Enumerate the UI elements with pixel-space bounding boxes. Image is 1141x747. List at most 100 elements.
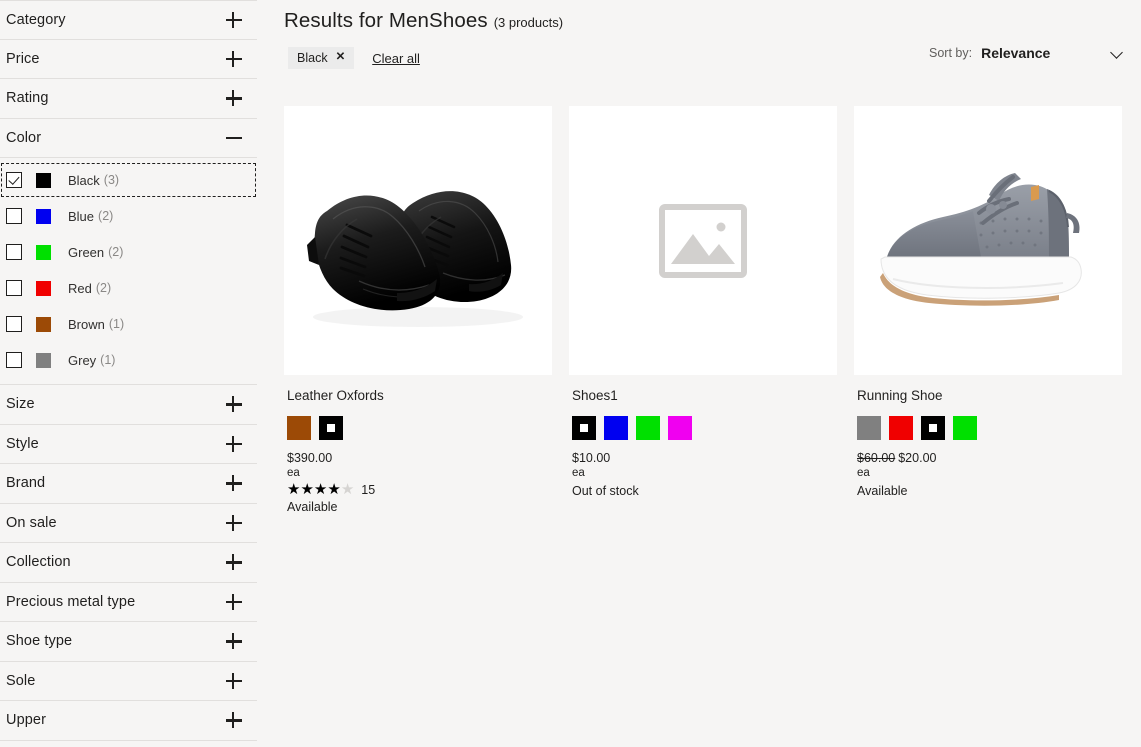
star-filled-icon: ★ — [314, 482, 327, 497]
product-title[interactable]: Leather Oxfords — [287, 388, 549, 403]
product-color-swatch[interactable] — [857, 416, 881, 440]
product-price: $10.00 — [572, 451, 834, 466]
checkbox-unchecked[interactable] — [6, 244, 22, 260]
expand-plus-icon[interactable] — [225, 672, 243, 690]
product-rating-count: 15 — [361, 483, 375, 497]
product-card[interactable]: Running Shoe$60.00$20.00eaAvailable — [854, 106, 1122, 516]
facet-style[interactable]: Style — [0, 425, 257, 465]
product-availability: Available — [287, 499, 549, 515]
facet-label: Upper — [6, 712, 225, 728]
color-option-blue[interactable]: Blue(2) — [0, 198, 257, 234]
expand-plus-icon[interactable] — [225, 11, 243, 29]
facet-label: Rating — [6, 90, 225, 106]
product-color-swatch[interactable] — [889, 416, 913, 440]
expand-plus-icon[interactable] — [225, 474, 243, 492]
results-main: Results for MenShoes (3 products) Black … — [257, 0, 1141, 747]
checkbox-unchecked[interactable] — [6, 208, 22, 224]
facet-size[interactable]: Size — [0, 385, 257, 425]
color-option-brown[interactable]: Brown(1) — [0, 306, 257, 342]
facet-collection[interactable]: Collection — [0, 543, 257, 583]
product-title[interactable]: Running Shoe — [857, 388, 1119, 403]
placeholder-image-icon — [659, 204, 747, 278]
color-swatch-blue — [36, 209, 51, 224]
product-image[interactable] — [854, 106, 1122, 375]
product-color-swatch[interactable] — [287, 416, 311, 440]
product-card[interactable]: Shoes1$10.00eaOut of stock — [569, 106, 837, 516]
color-option-count: (2) — [108, 245, 123, 259]
expand-plus-icon[interactable] — [225, 50, 243, 68]
active-filter-chip-black[interactable]: Black ✕ — [288, 47, 354, 69]
product-image[interactable] — [284, 106, 552, 375]
sort-selected-value: Relevance — [981, 45, 1111, 61]
facet-label: Size — [6, 396, 225, 412]
product-color-swatch[interactable] — [604, 416, 628, 440]
product-price-current: $20.00 — [898, 451, 936, 465]
page-title: Results for MenShoes — [284, 9, 488, 33]
product-price-current: $10.00 — [572, 451, 610, 465]
clear-all-link[interactable]: Clear all — [372, 51, 420, 66]
color-option-black[interactable]: Black(3) — [0, 162, 257, 198]
color-option-count: (1) — [100, 353, 115, 367]
color-option-label: Blue — [68, 209, 94, 224]
product-color-swatch[interactable] — [668, 416, 692, 440]
product-color-swatch[interactable] — [953, 416, 977, 440]
product-color-swatches — [572, 416, 834, 440]
star-filled-icon: ★ — [287, 482, 300, 497]
expand-plus-icon[interactable] — [225, 514, 243, 532]
product-title[interactable]: Shoes1 — [572, 388, 834, 403]
expand-plus-icon[interactable] — [225, 711, 243, 729]
checkbox-unchecked[interactable] — [6, 280, 22, 296]
star-empty-icon: ★ — [341, 482, 354, 497]
results-header: Results for MenShoes (3 products) — [284, 9, 563, 33]
expand-plus-icon[interactable] — [225, 89, 243, 107]
product-card[interactable]: Leather Oxfords$390.00ea★★★★★15Available — [284, 106, 552, 516]
color-option-label: Green — [68, 245, 104, 260]
color-option-grey[interactable]: Grey(1) — [0, 342, 257, 378]
facet-category[interactable]: Category — [0, 0, 257, 40]
color-option-red[interactable]: Red(2) — [0, 270, 257, 306]
sort-control[interactable]: Sort by: Relevance — [929, 45, 1125, 61]
expand-plus-icon[interactable] — [225, 593, 243, 611]
checkbox-unchecked[interactable] — [6, 352, 22, 368]
facet-label: Style — [6, 436, 225, 452]
expand-plus-icon[interactable] — [225, 395, 243, 413]
expand-plus-icon[interactable] — [225, 553, 243, 571]
product-color-swatch[interactable] — [636, 416, 660, 440]
color-option-count: (2) — [96, 281, 111, 295]
facet-upper[interactable]: Upper — [0, 701, 257, 741]
checkbox-unchecked[interactable] — [6, 316, 22, 332]
facet-shoe-type[interactable]: Shoe type — [0, 622, 257, 662]
product-image[interactable] — [569, 106, 837, 375]
facet-label: Collection — [6, 554, 225, 570]
expand-plus-icon[interactable] — [225, 435, 243, 453]
results-count: (3 products) — [494, 15, 563, 30]
chevron-down-icon[interactable] — [1111, 47, 1123, 59]
facet-color[interactable]: Color — [0, 119, 257, 159]
facet-rating[interactable]: Rating — [0, 79, 257, 119]
product-color-swatch[interactable] — [319, 416, 343, 440]
facet-price[interactable]: Price — [0, 40, 257, 80]
checkbox-checked[interactable] — [6, 172, 22, 188]
running-shoe-illustration — [863, 161, 1113, 321]
facet-precious-metal-type[interactable]: Precious metal type — [0, 583, 257, 623]
facet-brand[interactable]: Brand — [0, 464, 257, 504]
facet-sole[interactable]: Sole — [0, 662, 257, 702]
product-color-swatch[interactable] — [572, 416, 596, 440]
product-details: Leather Oxfords$390.00ea★★★★★15Available — [284, 375, 552, 516]
product-color-swatch[interactable] — [921, 416, 945, 440]
expand-plus-icon[interactable] — [225, 632, 243, 650]
facet-label: On sale — [6, 515, 225, 531]
color-option-count: (3) — [104, 173, 119, 187]
color-swatch-red — [36, 281, 51, 296]
product-price: $390.00 — [287, 451, 549, 466]
product-color-swatches — [287, 416, 549, 440]
facet-label: Category — [6, 12, 225, 28]
collapse-minus-icon[interactable] — [225, 129, 243, 147]
product-price: $60.00$20.00 — [857, 451, 1119, 466]
sort-by-label: Sort by: — [929, 46, 972, 60]
facet-on-sale[interactable]: On sale — [0, 504, 257, 544]
star-filled-icon: ★ — [300, 482, 313, 497]
close-icon[interactable]: ✕ — [336, 52, 346, 64]
product-unit-of-measure: ea — [572, 466, 834, 482]
color-option-green[interactable]: Green (2) — [0, 234, 257, 270]
